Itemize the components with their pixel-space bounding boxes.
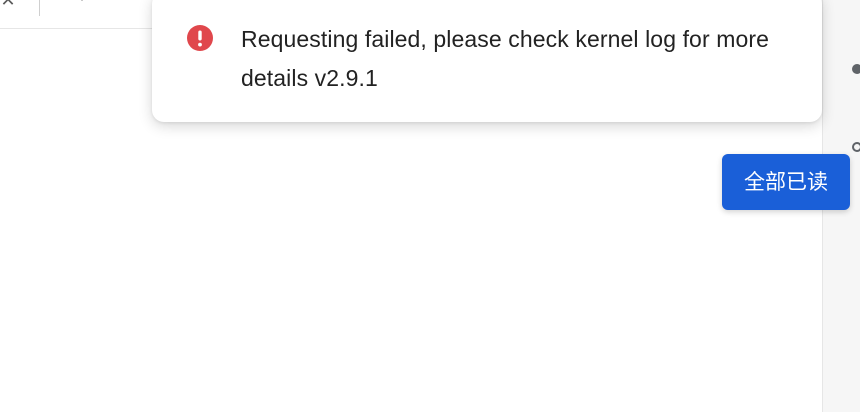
error-icon	[186, 24, 214, 52]
mark-all-read-button[interactable]: 全部已读	[722, 154, 850, 210]
dock-ring-dot-icon[interactable]	[852, 142, 860, 152]
tab-divider	[39, 0, 40, 16]
notification-message: Requesting failed, please check kernel l…	[241, 26, 770, 91]
error-notification[interactable]: Requesting failed, please check kernel l…	[152, 0, 822, 122]
dock-filled-dot-icon[interactable]	[852, 64, 860, 74]
close-icon[interactable]: ✕	[0, 0, 18, 10]
app-window: ✕ + Requesting failed, please check kern…	[0, 0, 860, 412]
add-tab-icon[interactable]: +	[74, 0, 90, 5]
